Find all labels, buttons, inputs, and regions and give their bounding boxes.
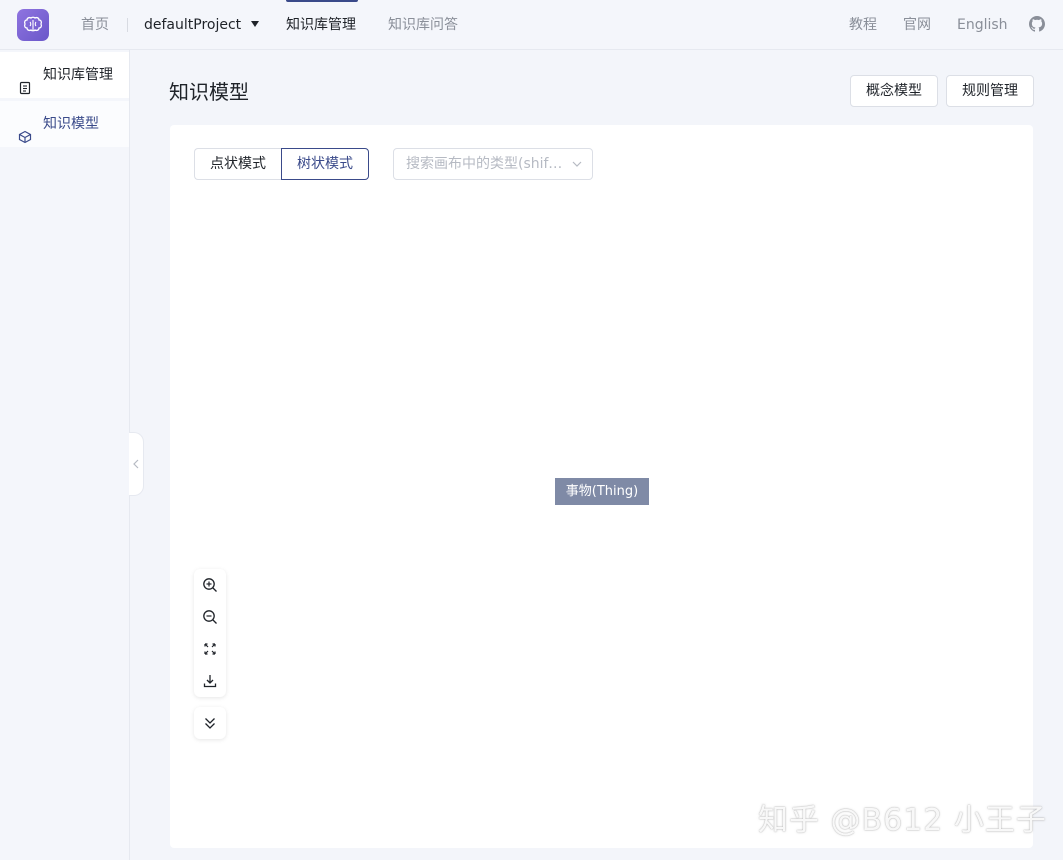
view-mode-toggle: 点状模式 树状模式 xyxy=(194,148,369,180)
top-nav-bar: 首页 defaultProject 知识库管理 知识库问答 教程 官网 Engl… xyxy=(0,0,1063,50)
fit-view-icon[interactable] xyxy=(202,641,218,657)
caret-down-icon xyxy=(251,21,260,27)
chevron-down-icon xyxy=(572,161,582,167)
search-placeholder: 搜索画布中的类型(shift+ xyxy=(406,156,564,172)
rule-manage-button[interactable]: 规则管理 xyxy=(946,75,1034,107)
watermark: 知乎 @B612 小王子 xyxy=(758,803,1047,838)
nav-kb-manage[interactable]: 知识库管理 xyxy=(286,0,356,50)
brain-logo-icon[interactable] xyxy=(17,9,49,41)
sidebar-item-knowledge-model[interactable]: 知识模型 xyxy=(0,101,129,147)
page-title: 知识模型 xyxy=(169,80,249,104)
zoom-out-icon[interactable] xyxy=(202,609,218,625)
sidebar-item-kb-manage[interactable]: 知识库管理 xyxy=(0,52,129,98)
graph-node-thing[interactable]: 事物(Thing) xyxy=(555,478,649,505)
concept-model-button[interactable]: 概念模型 xyxy=(850,75,938,107)
sidebar: 知识库管理 知识模型 xyxy=(0,50,130,860)
canvas-toolbar xyxy=(194,569,226,697)
graph-canvas-card[interactable]: 点状模式 树状模式 搜索画布中的类型(shift+ 事物(Thing) xyxy=(170,125,1033,848)
document-icon xyxy=(18,68,32,95)
sidebar-item-label: 知识库管理 xyxy=(43,67,113,83)
download-icon[interactable] xyxy=(202,673,218,689)
language-switch[interactable]: English xyxy=(957,0,1008,50)
canvas-type-search[interactable]: 搜索画布中的类型(shift+ xyxy=(393,148,593,180)
nav-official-site[interactable]: 官网 xyxy=(903,0,931,50)
tree-mode-button[interactable]: 树状模式 xyxy=(281,148,369,180)
nav-divider xyxy=(127,18,128,32)
dot-mode-button[interactable]: 点状模式 xyxy=(194,148,281,180)
sidebar-collapse-handle[interactable] xyxy=(129,432,144,496)
nav-home[interactable]: 首页 xyxy=(81,0,109,50)
cube-icon xyxy=(18,117,32,144)
github-icon[interactable] xyxy=(1029,16,1045,32)
toolbar-collapse-button[interactable] xyxy=(194,707,226,739)
project-name: defaultProject xyxy=(144,17,242,33)
zoom-in-icon[interactable] xyxy=(202,577,218,593)
sidebar-item-label: 知识模型 xyxy=(43,116,99,132)
chevron-left-icon xyxy=(133,459,139,469)
double-chevron-down-icon xyxy=(205,718,215,729)
nav-kb-qa[interactable]: 知识库问答 xyxy=(388,0,458,50)
project-selector[interactable]: defaultProject xyxy=(144,0,260,50)
nav-tutorial[interactable]: 教程 xyxy=(849,0,877,50)
